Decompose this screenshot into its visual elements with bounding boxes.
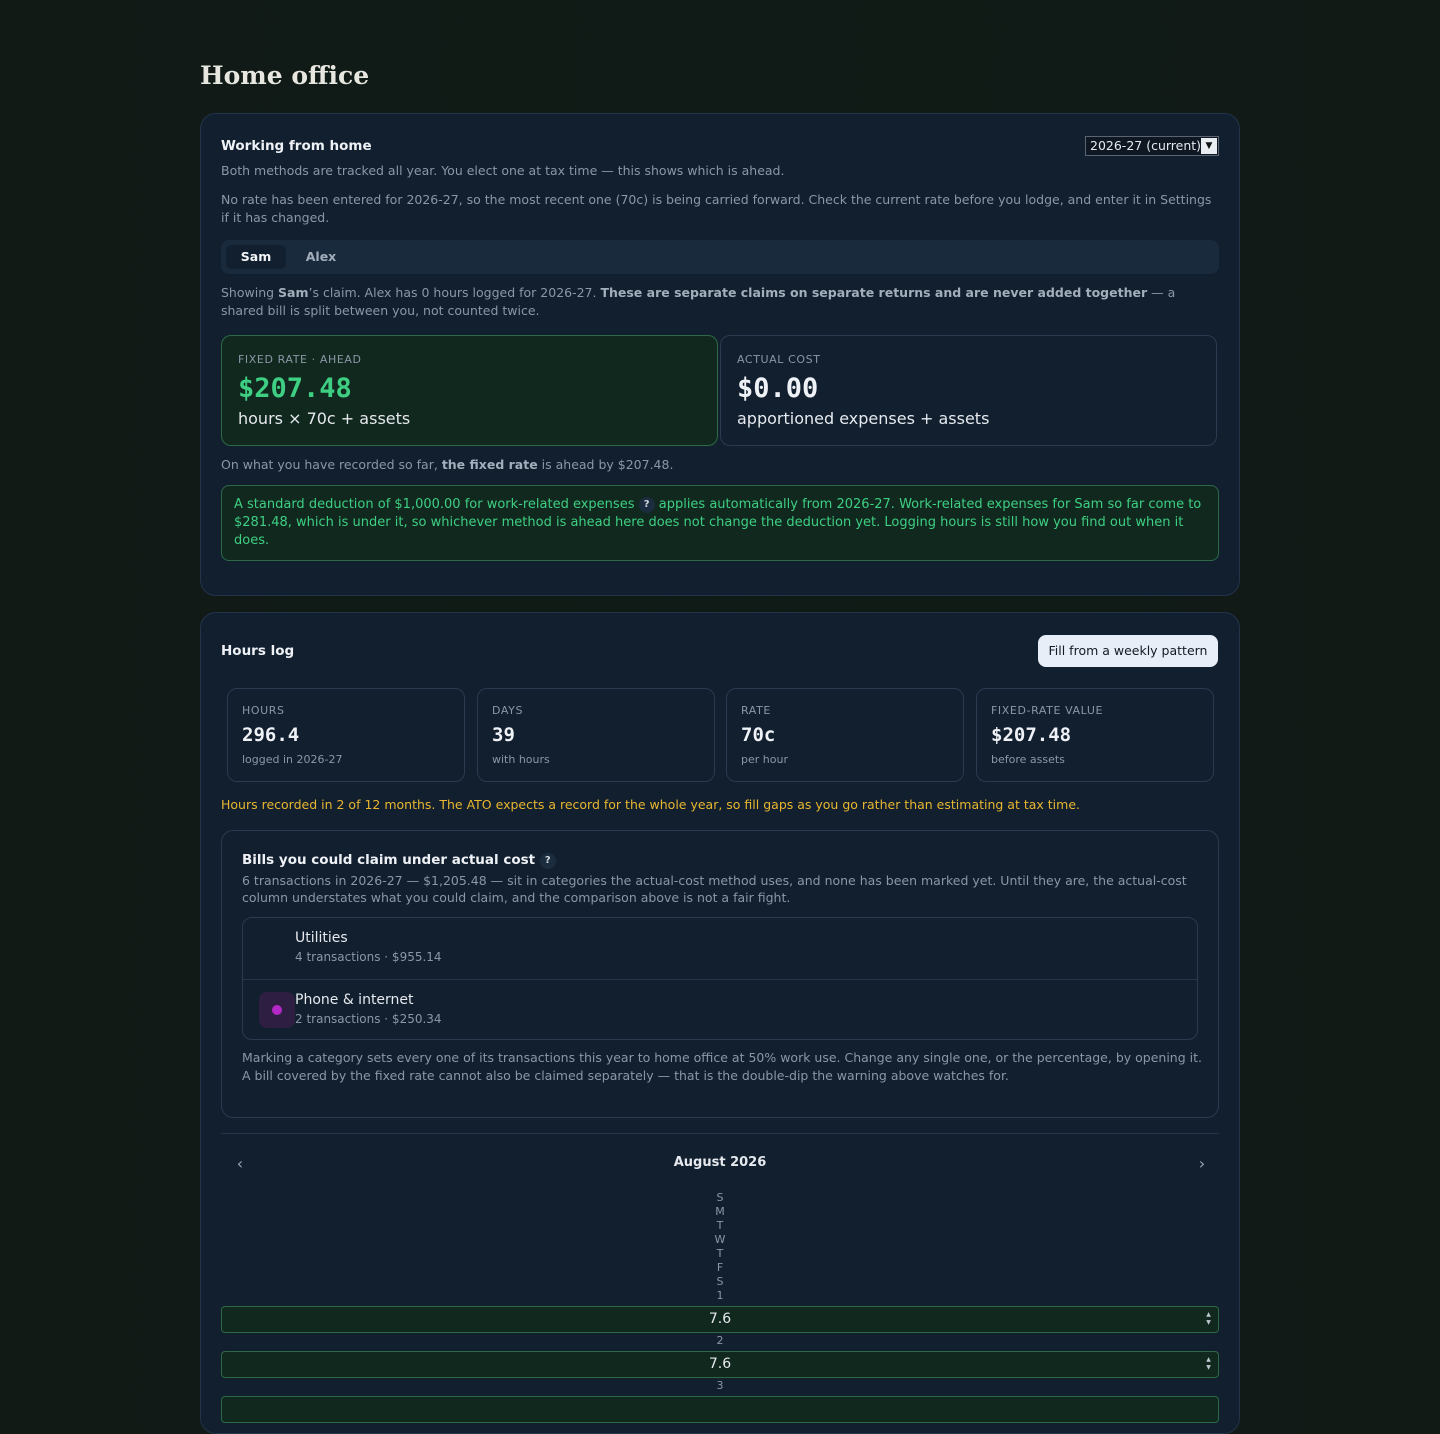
- divider: [221, 1133, 1219, 1134]
- stat-hours: HOURS 296.4 logged in 2026-27: [227, 688, 465, 782]
- stat-sub: logged in 2026-27: [242, 753, 343, 766]
- stat-label: RATE: [741, 704, 771, 717]
- stat-days: DAYS 39 with hours: [477, 688, 715, 782]
- showing-claim-text: Showing Sam’s claim. Alex has 0 hours lo…: [221, 285, 1176, 318]
- day-hours-input[interactable]: 7.6 ▲ ▼: [221, 1351, 1219, 1378]
- wfh-title: Working from home: [221, 138, 372, 154]
- category-name: Utilities: [295, 930, 348, 946]
- weekday-header: W: [714, 1233, 726, 1246]
- category-meta: 4 transactions · $955.14: [295, 950, 442, 964]
- actual-cost-value: $0.00: [737, 373, 819, 404]
- stepper-icon[interactable]: ▲ ▼: [1205, 1356, 1212, 1372]
- actual-cost-label: ACTUAL COST: [737, 353, 821, 366]
- stat-fixed-rate-value: FIXED-RATE VALUE $207.48 before assets: [976, 688, 1214, 782]
- day-number: 2: [716, 1334, 724, 1347]
- year-select[interactable]: 2026-27 (current) ▼: [1085, 136, 1219, 156]
- day-hours-input[interactable]: [221, 1396, 1219, 1423]
- stat-sub: before assets: [991, 753, 1065, 766]
- stat-label: HOURS: [242, 704, 285, 717]
- working-from-home-card: Working from home 2026-27 (current) ▼ Bo…: [200, 113, 1240, 596]
- tab-sam[interactable]: Sam: [226, 245, 286, 269]
- category-row-utilities[interactable]: Utilities 4 transactions · $955.14: [243, 918, 1197, 979]
- month-navigator: ‹ August 2026 ›: [221, 1151, 1219, 1177]
- bills-footer-note: Marking a category sets every one of its…: [242, 1050, 1202, 1083]
- category-list: Utilities 4 transactions · $955.14 Phone…: [242, 917, 1198, 1040]
- day-hours-value: 7.6: [708, 1311, 732, 1327]
- stat-value: 39: [492, 724, 515, 746]
- category-meta: 2 transactions · $250.34: [295, 1012, 442, 1026]
- weekday-header: T: [716, 1219, 724, 1232]
- hours-log-title: Hours log: [221, 643, 295, 659]
- stat-value: 296.4: [242, 724, 300, 746]
- stat-sub: with hours: [492, 753, 550, 766]
- day-number: 1: [716, 1289, 724, 1302]
- chevron-down-icon: ▼: [1201, 138, 1217, 154]
- weekday-header: S: [716, 1191, 724, 1204]
- category-row-phone-internet[interactable]: Phone & internet 2 transactions · $250.3…: [243, 979, 1197, 1041]
- missing-months-warning: Hours recorded in 2 of 12 months. The AT…: [221, 797, 1080, 812]
- fixed-rate-label: FIXED RATE · AHEAD: [238, 353, 362, 366]
- fixed-rate-method[interactable]: FIXED RATE · AHEAD $207.48 hours × 70c +…: [221, 335, 718, 446]
- bills-description: 6 transactions in 2026-27 — $1,205.48 — …: [242, 873, 1187, 905]
- stat-value: $207.48: [991, 724, 1072, 746]
- stat-label: DAYS: [492, 704, 524, 717]
- hours-log-card: Hours log Fill from a weekly pattern HOU…: [200, 612, 1240, 1434]
- actual-cost-formula: apportioned expenses + assets: [737, 409, 990, 428]
- weekday-header: M: [715, 1205, 725, 1218]
- weekday-header: T: [716, 1247, 724, 1260]
- comparison-text: On what you have recorded so far, the fi…: [221, 457, 674, 472]
- help-icon[interactable]: ?: [539, 853, 556, 869]
- stat-value: 70c: [741, 724, 776, 746]
- chevron-right-icon[interactable]: ›: [1189, 1151, 1215, 1177]
- category-color-icon: [259, 992, 295, 1028]
- standard-deduction-notice: A standard deduction of $1,000.00 for wo…: [221, 485, 1219, 561]
- page: Home office Working from home 2026-27 (c…: [200, 0, 1240, 1434]
- person-tabs: Sam Alex: [221, 240, 1219, 274]
- day-hours-input[interactable]: 7.6 ▲ ▼: [221, 1306, 1219, 1333]
- actual-cost-method[interactable]: ACTUAL COST $0.00 apportioned expenses +…: [720, 335, 1217, 446]
- stat-sub: per hour: [741, 753, 788, 766]
- help-icon[interactable]: ?: [638, 497, 655, 513]
- rate-note: No rate has been entered for 2026-27, so…: [221, 192, 1212, 225]
- month-title: August 2026: [673, 1155, 767, 1170]
- bills-panel: Bills you could claim under actual cost …: [221, 830, 1219, 1118]
- fill-weekly-pattern-button[interactable]: Fill from a weekly pattern: [1038, 635, 1218, 667]
- separate-claims-note: These are separate claims on separate re…: [600, 285, 1148, 300]
- category-name: Phone & internet: [295, 992, 414, 1008]
- day-number: 3: [716, 1379, 724, 1392]
- weekday-header: F: [716, 1261, 724, 1274]
- page-title: Home office: [200, 61, 370, 90]
- stepper-icon[interactable]: ▲ ▼: [1205, 1311, 1212, 1327]
- bills-title: Bills you could claim under actual cost …: [242, 852, 556, 869]
- person-name: Sam: [278, 285, 309, 300]
- year-select-value: 2026-27 (current): [1090, 138, 1202, 153]
- wfh-description: Both methods are tracked all year. You e…: [221, 163, 785, 178]
- fixed-rate-value: $207.48: [238, 373, 352, 404]
- stat-label: FIXED-RATE VALUE: [991, 704, 1104, 717]
- stat-rate: RATE 70c per hour: [726, 688, 964, 782]
- weekday-header: S: [716, 1275, 724, 1288]
- day-hours-value: 7.6: [708, 1356, 732, 1372]
- tab-alex[interactable]: Alex: [296, 245, 346, 269]
- fixed-rate-formula: hours × 70c + assets: [238, 409, 411, 428]
